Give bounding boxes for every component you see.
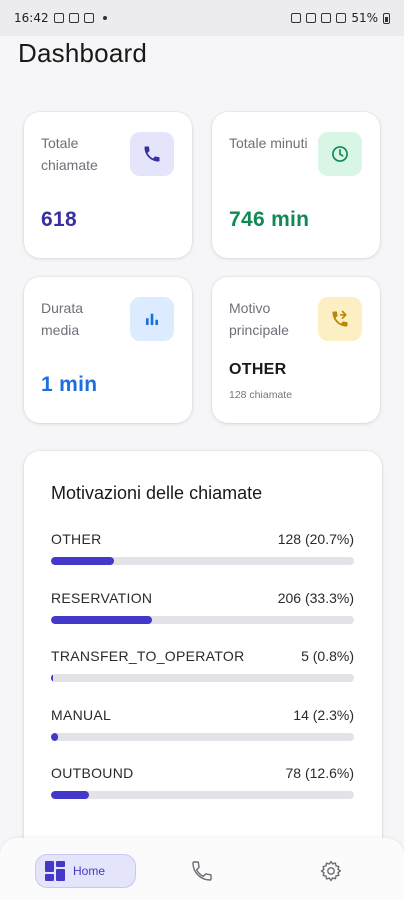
page-title: Dashboard [18,38,147,68]
reason-progress-track [51,557,354,565]
main-reason-value: OTHER [229,361,287,378]
phone-icon [130,132,174,176]
reason-count: 14 (2.3%) [293,706,354,723]
total-minutes-label: Totale minuti [229,135,308,151]
total-calls-value: 618 [41,208,77,231]
reason-progress-fill [51,732,58,741]
main-reason-sub: 128 chiamate [229,389,293,401]
reason-row: OTHER 128 (20.7%) [51,531,354,571]
nav-home-label: Home [73,864,106,878]
reason-name: OTHER [51,531,102,547]
total-minutes-card: Totale minuti 746 min [212,112,380,258]
reason-count: 128 (20.7%) [277,531,354,547]
reason-count: 206 (33.3%) [277,589,354,606]
reason-name: MANUAL [51,706,112,723]
avg-duration-card: Durata media 1 min [24,277,192,423]
battery-percent: 51% [351,11,378,25]
reason-progress-track [51,615,354,624]
game-notification-icon [68,13,79,23]
call-reasons-title: Motivazioni delle chiamate [51,483,263,503]
main-reason-card: Motivo principale OTHER 128 chiamate [212,277,380,423]
reason-row: RESERVATION 206 (33.3%) [51,590,354,630]
battery-icon [383,12,390,24]
main-reason-label: Motivo principale [229,300,289,338]
reason-progress-track [51,674,354,682]
reason-progress-fill [51,615,152,624]
nav-home-button[interactable]: Home [35,854,136,888]
reason-name: TRANSFER_TO_OPERATOR [51,648,245,664]
reason-progress-fill [51,674,54,682]
reason-name: RESERVATION [51,589,153,606]
signal-icon [336,13,347,23]
nav-settings-button[interactable] [315,855,347,887]
avg-duration-value: 1 min [41,373,98,396]
total-calls-label: Totale chiamate [41,135,98,173]
reason-progress-track [51,791,354,799]
gallery-notification-icon [53,13,64,23]
bottom-nav: Home [0,838,404,900]
reason-count: 78 (12.6%) [285,765,354,781]
phone-forward-icon [318,297,362,341]
status-bar: 16:42 51% [0,0,404,36]
reason-progress-track [51,732,354,741]
gear-icon [320,860,342,882]
more-notifications-icon [102,16,107,20]
clock-icon [318,132,362,176]
reason-row: TRANSFER_TO_OPERATOR 5 (0.8%) [51,648,354,688]
reason-progress-fill [51,557,114,565]
dashboard-icon [45,861,65,881]
bar-chart-icon [130,297,174,341]
call-reasons-card: Motivazioni delle chiamate OTHER 128 (20.… [24,451,382,871]
avg-duration-label: Durata media [41,300,84,338]
mail-notification-icon [83,13,94,23]
reason-progress-fill [51,791,90,799]
reason-count: 5 (0.8%) [301,648,354,664]
total-minutes-value: 746 min [229,208,310,231]
total-calls-card: Totale chiamate 618 [24,112,192,258]
wifi-icon [321,13,332,23]
reason-row: MANUAL 14 (2.3%) [51,707,354,747]
alarm-icon [291,13,302,23]
status-time: 16:42 [14,11,49,25]
reason-row: OUTBOUND 78 (12.6%) [51,765,354,805]
reason-name: OUTBOUND [51,765,134,781]
mute-icon [306,13,317,23]
phone-outline-icon [192,861,212,881]
nav-calls-button[interactable] [186,855,218,887]
